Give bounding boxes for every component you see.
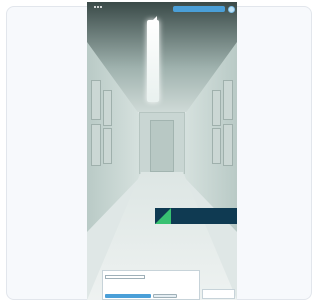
hero-image: [87, 2, 237, 300]
ceiling-light: [147, 20, 159, 102]
consent-select[interactable]: [105, 275, 145, 279]
cabinet: [103, 128, 112, 164]
end-door: [150, 120, 174, 172]
signal-icon: [94, 6, 102, 8]
cabinet: [212, 128, 221, 164]
consent-dialog: [102, 270, 200, 300]
cabinet: [91, 124, 101, 166]
brand-logo[interactable]: [151, 16, 159, 22]
phone-screenshot: [87, 2, 237, 300]
brand-logo-icon: [151, 16, 157, 22]
cabinet: [212, 90, 221, 126]
cabinet: [91, 80, 101, 120]
accept-button[interactable]: [105, 294, 151, 298]
banner-logo-icon: [155, 208, 171, 224]
cabinet: [223, 80, 233, 120]
decline-button[interactable]: [153, 294, 177, 298]
cabinet: [103, 90, 112, 126]
header-link[interactable]: [173, 6, 225, 12]
consent-side-panel[interactable]: [202, 289, 235, 299]
menu-icon[interactable]: [228, 6, 235, 13]
promo-banner[interactable]: [155, 208, 237, 224]
consent-buttons: [105, 294, 177, 298]
cabinet: [223, 124, 233, 166]
